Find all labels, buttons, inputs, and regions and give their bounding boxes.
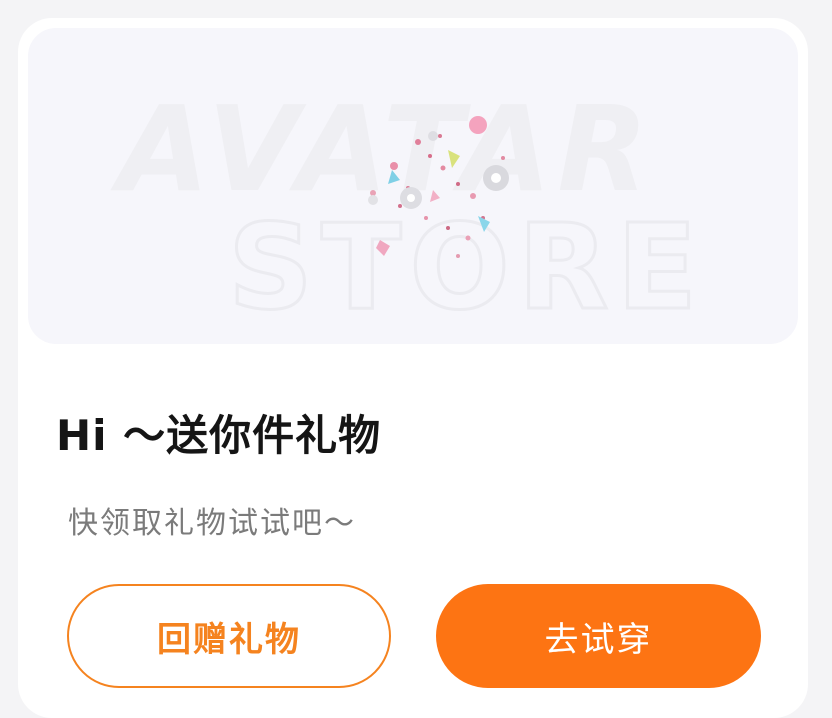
gift-card: AVATAR STORE Hi ～送你件礼物 快领取礼物试试吧～ 回赠礼物 去试… — [18, 18, 808, 718]
return-gift-label: 回赠礼物 — [157, 619, 301, 660]
avatar-store-illustration: AVATAR STORE — [110, 80, 705, 338]
gift-title: Hi ～送你件礼物 — [56, 411, 382, 460]
gift-subtitle: 快领取礼物试试吧～ — [68, 506, 356, 541]
return-gift-button[interactable]: 回赠礼物 — [67, 584, 391, 688]
avatar-store-banner: AVATAR STORE — [28, 28, 798, 344]
banner-text-store: STORE — [228, 198, 705, 336]
try-on-label: 去试穿 — [544, 619, 653, 660]
try-on-button[interactable]: 去试穿 — [436, 584, 761, 688]
